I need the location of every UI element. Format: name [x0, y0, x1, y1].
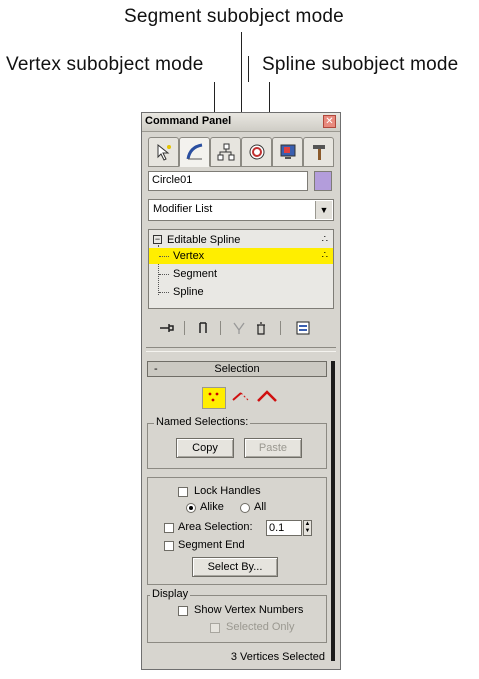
- pin-icon: [160, 324, 174, 332]
- stack-item-segment[interactable]: Segment: [149, 266, 333, 282]
- vertex-callout: Vertex subobject mode: [6, 54, 204, 75]
- modifier-list-dropdown[interactable]: Modifier List ▼: [148, 199, 334, 221]
- copy-button[interactable]: Copy: [176, 438, 234, 458]
- selected-only-label: Selected Only: [226, 621, 295, 633]
- hammer-icon: [312, 145, 325, 160]
- configure-sets-icon: [296, 321, 310, 335]
- vertex-dots-icon: [208, 392, 219, 402]
- display-monitor-icon: [280, 144, 295, 159]
- rollout-scrollbar[interactable]: [331, 361, 335, 661]
- modify-curve-icon: [186, 143, 202, 160]
- panel-title: Command Panel: [145, 115, 232, 127]
- spline-leader-divider: [248, 56, 249, 82]
- make-unique-icon: [233, 322, 245, 334]
- command-tabs: [148, 137, 334, 167]
- toolbar-separator: [280, 321, 281, 335]
- display-tab[interactable]: [272, 137, 303, 167]
- alike-label: Alike: [200, 501, 224, 513]
- stack-item-label: Spline: [173, 286, 204, 298]
- segment-end-label: Segment End: [178, 539, 245, 551]
- panel-divider: [146, 347, 336, 352]
- collapse-icon[interactable]: −: [153, 235, 162, 244]
- alike-radio[interactable]: [186, 503, 196, 513]
- named-selections-label: Named Selections:: [154, 416, 251, 428]
- spline-callout: Spline subobject mode: [262, 54, 459, 75]
- spline-mode-button[interactable]: [255, 387, 279, 407]
- utilities-tab[interactable]: [303, 137, 334, 167]
- area-selection-checkbox[interactable]: [164, 523, 174, 533]
- tree-branch-icon: [159, 292, 169, 293]
- stack-item-vertex[interactable]: Vertex ∴: [149, 248, 333, 264]
- hierarchy-tab[interactable]: [210, 137, 241, 167]
- lock-handles-label: Lock Handles: [194, 485, 261, 497]
- tree-branch-icon: [159, 274, 169, 275]
- object-color-swatch[interactable]: [314, 171, 332, 191]
- stack-item-label: Editable Spline: [167, 234, 241, 246]
- area-selection-input[interactable]: 0.1: [266, 520, 302, 536]
- title-bar[interactable]: Command Panel ✕: [142, 113, 340, 132]
- segment-mode-button[interactable]: [229, 387, 253, 407]
- stack-item-spline[interactable]: Spline: [149, 284, 333, 300]
- hierarchy-icon: [217, 143, 234, 161]
- modifier-stack: − Editable Spline ∴ Vertex ∴ Segment Spl…: [148, 229, 334, 309]
- segment-icon: [232, 392, 249, 401]
- chevron-down-icon[interactable]: ▼: [315, 201, 332, 219]
- vertex-mode-button[interactable]: [202, 387, 226, 409]
- subobject-dots-icon: ∴: [321, 234, 328, 245]
- motion-icon: [249, 144, 264, 160]
- spline-icon: [257, 390, 277, 402]
- stack-item-label: Segment: [173, 268, 218, 280]
- all-radio[interactable]: [240, 503, 250, 513]
- area-selection-spinner[interactable]: ▲ ▼: [303, 520, 312, 536]
- selection-options-group: Lock Handles Alike All Area Selection: 0…: [147, 477, 327, 585]
- show-end-result-button[interactable]: [194, 319, 212, 337]
- stack-item-label: Vertex: [173, 250, 205, 262]
- toolbar-separator: [184, 321, 185, 335]
- show-vertex-numbers-label: Show Vertex Numbers: [194, 604, 304, 616]
- segment-end-checkbox[interactable]: [164, 541, 174, 551]
- paste-button[interactable]: Paste: [244, 438, 302, 458]
- show-end-result-icon: [199, 322, 207, 333]
- named-selections-group: Named Selections: Copy Paste: [147, 416, 327, 469]
- rollout-collapse-icon: -: [154, 363, 158, 375]
- display-group: Display Show Vertex Numbers Selected Onl…: [147, 588, 327, 643]
- stack-item-editable-spline[interactable]: − Editable Spline ∴: [149, 232, 333, 248]
- pin-stack-button[interactable]: [158, 319, 176, 337]
- selection-status-text: 3 Vertices Selected: [230, 651, 325, 663]
- create-arrow-icon: [157, 143, 171, 161]
- select-by-button[interactable]: Select By...: [192, 557, 278, 577]
- selection-rollout-header[interactable]: - Selection: [147, 361, 327, 377]
- selection-rollout: - Selection Named Selections: Copy Paste…: [145, 355, 331, 667]
- rollout-title: Selection: [214, 363, 260, 375]
- selected-only-checkbox[interactable]: [210, 623, 220, 633]
- close-icon[interactable]: ✕: [323, 115, 336, 128]
- subobject-dots-icon: ∴: [321, 250, 328, 261]
- area-selection-label: Area Selection:: [178, 521, 253, 533]
- modifier-stack-toolbar: [148, 317, 334, 339]
- lock-handles-checkbox[interactable]: [178, 487, 188, 497]
- show-vertex-numbers-checkbox[interactable]: [178, 606, 188, 616]
- motion-tab[interactable]: [241, 137, 272, 167]
- display-group-label: Display: [150, 588, 191, 600]
- modify-tab[interactable]: [179, 137, 210, 167]
- remove-modifier-button[interactable]: [252, 319, 270, 337]
- toolbar-separator: [220, 321, 221, 335]
- create-tab[interactable]: [148, 137, 179, 167]
- all-label: All: [254, 501, 267, 513]
- tree-branch-icon: [159, 256, 169, 257]
- command-panel: Command Panel ✕ Circle01 Modifier List ▼…: [141, 112, 341, 670]
- segment-callout: Segment subobject mode: [124, 6, 344, 27]
- modifier-list-label: Modifier List: [153, 203, 213, 215]
- trash-icon: [257, 322, 265, 335]
- configure-modifier-sets-button[interactable]: [294, 319, 312, 337]
- make-unique-button[interactable]: [230, 319, 248, 337]
- object-name-field[interactable]: Circle01: [148, 171, 308, 191]
